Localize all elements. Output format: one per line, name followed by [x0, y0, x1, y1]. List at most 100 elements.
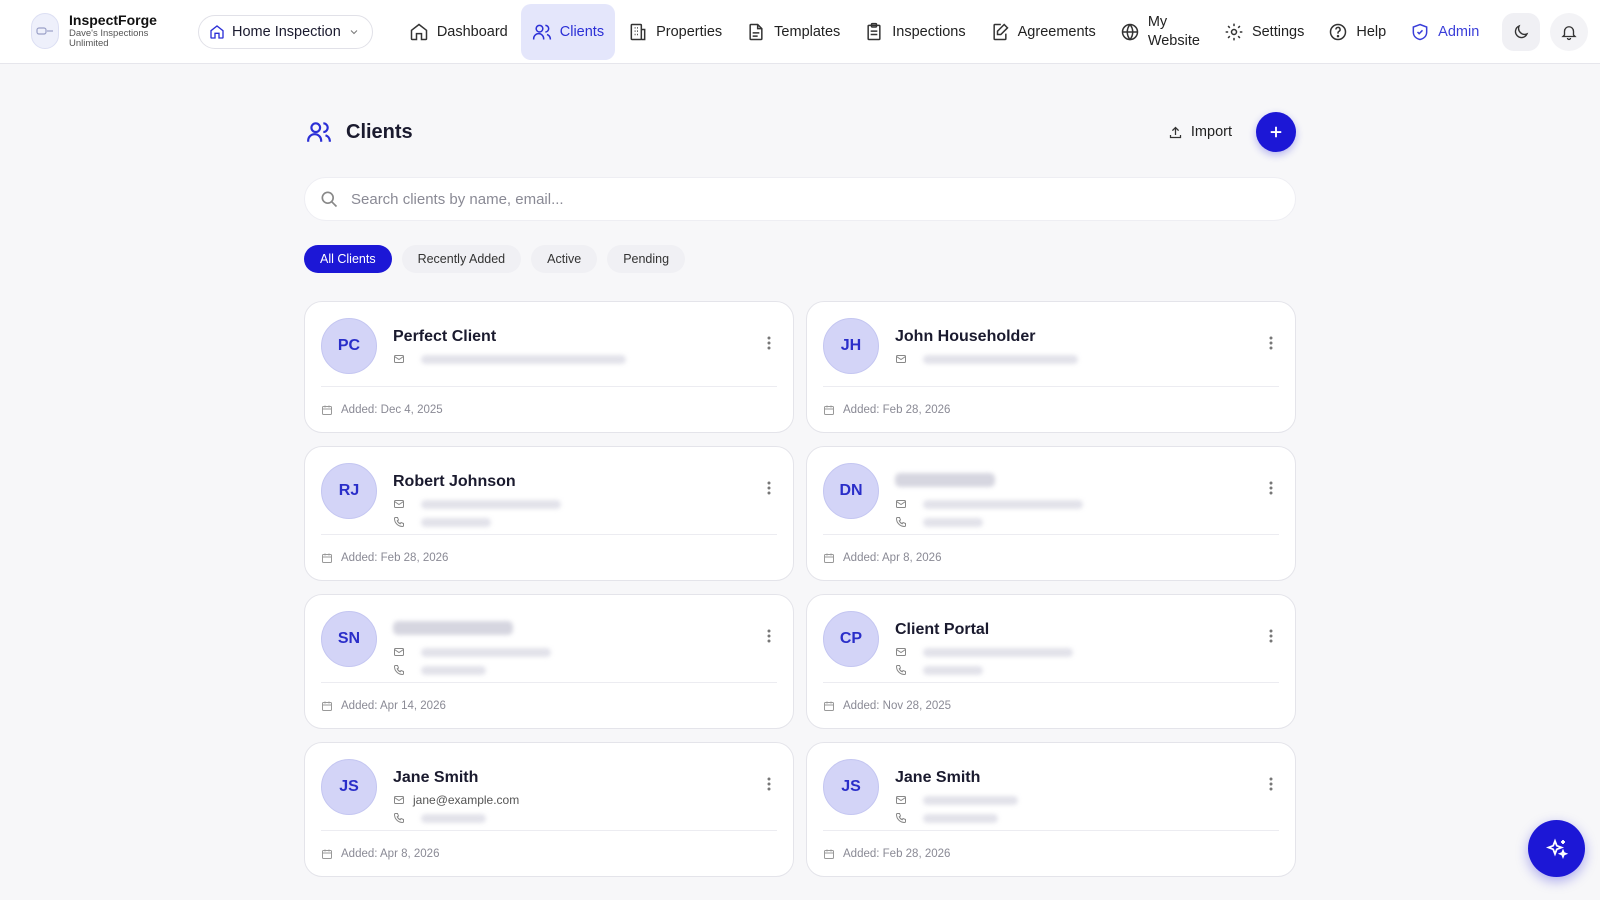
more-vertical-icon	[767, 629, 771, 643]
shield-check-icon	[1412, 23, 1428, 40]
client-card[interactable]: DN Added: Apr 8, 2026	[806, 446, 1296, 581]
more-vertical-icon	[767, 336, 771, 350]
nav-admin[interactable]: Admin	[1399, 4, 1490, 60]
top-navigation-bar: InspectForge Dave's Inspections Unlimite…	[0, 0, 1600, 64]
users-icon	[532, 24, 551, 39]
nav-properties-label: Properties	[656, 23, 723, 40]
home-icon	[410, 23, 428, 40]
more-options-button[interactable]	[767, 629, 771, 648]
brand-name: InspectForge	[69, 12, 157, 29]
search-input[interactable]	[351, 190, 1251, 208]
more-options-button[interactable]	[767, 777, 771, 796]
avatar: JS	[321, 759, 377, 815]
mail-icon	[394, 355, 404, 363]
more-vertical-icon	[1269, 336, 1273, 350]
avatar: PC	[321, 318, 377, 374]
client-name: John Householder	[895, 328, 1036, 345]
workspace-selector[interactable]: Home Inspection	[198, 14, 373, 49]
help-circle-icon	[1330, 23, 1347, 40]
upload-icon	[1169, 126, 1182, 138]
redacted-email	[923, 354, 1078, 364]
nav-inspections-label: Inspections	[892, 23, 966, 40]
mail-icon	[394, 796, 404, 804]
nav-properties[interactable]: Properties	[617, 4, 733, 60]
nav-help-label: Help	[1356, 23, 1387, 40]
client-name: Jane Smith	[895, 769, 981, 786]
redacted-phone	[923, 517, 983, 527]
page-title: Clients	[346, 120, 413, 143]
avatar: CP	[823, 611, 879, 667]
nav-admin-label: Admin	[1438, 23, 1480, 40]
client-added-date: Added: Nov 28, 2025	[843, 699, 952, 712]
nav-dashboard-label: Dashboard	[436, 23, 508, 40]
redacted-email	[421, 354, 626, 364]
avatar: SN	[321, 611, 377, 667]
brand[interactable]: InspectForge Dave's Inspections Unlimite…	[31, 12, 191, 50]
client-card[interactable]: SN Added: Apr 14, 2026	[304, 594, 794, 729]
filter-active[interactable]: Active	[531, 245, 598, 273]
filter-recently-added[interactable]: Recently Added	[401, 245, 522, 273]
nav-settings-label: Settings	[1251, 23, 1305, 40]
client-name: Perfect Client	[393, 328, 497, 345]
avatar: RJ	[321, 463, 377, 519]
nav-dashboard[interactable]: Dashboard	[398, 4, 519, 60]
nav-settings[interactable]: Settings	[1213, 4, 1315, 60]
nav-my-website[interactable]: My Website	[1109, 4, 1211, 60]
search-bar	[304, 177, 1296, 221]
more-options-button[interactable]	[1269, 336, 1273, 355]
filter-pending[interactable]: Pending	[607, 245, 686, 273]
theme-toggle-button[interactable]	[1502, 12, 1541, 51]
nav-clients[interactable]: Clients	[520, 3, 616, 60]
client-card[interactable]: CP Client Portal Added: Nov 28, 2025	[806, 594, 1296, 729]
nav-inspections[interactable]: Inspections	[853, 4, 976, 60]
notifications-button[interactable]	[1550, 12, 1589, 51]
ai-assistant-button[interactable]	[1528, 820, 1585, 877]
clipboard-icon	[867, 22, 881, 40]
client-email: jane@example.com	[413, 793, 520, 807]
phone-icon	[895, 517, 906, 528]
avatar: JS	[823, 759, 879, 815]
more-options-button[interactable]	[1269, 777, 1273, 796]
redacted-phone	[421, 665, 486, 675]
add-client-button[interactable]	[1256, 112, 1296, 152]
nav-agreements-label: Agreements	[1017, 23, 1096, 40]
mail-icon	[896, 648, 906, 656]
chevron-down-icon	[350, 29, 358, 34]
mail-icon	[394, 648, 404, 656]
nav-help[interactable]: Help	[1317, 4, 1397, 60]
client-card[interactable]: PC Perfect Client Added: Dec 4, 2025	[304, 301, 794, 433]
nav-my-website-label-line1: My	[1147, 13, 1168, 30]
nav-templates-label: Templates	[774, 23, 841, 40]
more-options-button[interactable]	[767, 481, 771, 500]
workspace-label: Home Inspection	[232, 23, 341, 40]
sparkles-icon	[1545, 837, 1568, 859]
client-added-date: Added: Apr 8, 2026	[341, 847, 440, 860]
client-card[interactable]: JS Jane Smith jane@example.com Added: Ap…	[304, 742, 794, 877]
redacted-phone	[923, 813, 998, 823]
more-options-button[interactable]	[1269, 629, 1273, 648]
more-options-button[interactable]	[1269, 481, 1273, 500]
redacted-email	[923, 499, 1083, 509]
phone-icon	[895, 665, 906, 676]
search-icon	[321, 191, 338, 208]
bell-icon	[1561, 25, 1577, 40]
filter-all-clients[interactable]: All Clients	[304, 245, 392, 273]
page-header: Clients Import	[304, 112, 1296, 152]
client-added-date: Added: Apr 14, 2026	[341, 699, 446, 712]
moon-icon	[1515, 24, 1529, 38]
nav-agreements[interactable]: Agreements	[979, 4, 1107, 60]
client-card[interactable]: JS Jane Smith Added: Feb 28, 2026	[806, 742, 1296, 877]
import-button-label: Import	[1190, 124, 1232, 140]
import-button[interactable]: Import	[1156, 116, 1244, 148]
nav-templates[interactable]: Templates	[735, 4, 851, 60]
more-vertical-icon	[767, 481, 771, 495]
mail-icon	[896, 500, 906, 508]
calendar-icon	[824, 701, 834, 711]
more-options-button[interactable]	[767, 336, 771, 355]
file-signature-icon	[993, 22, 1009, 40]
client-card[interactable]: RJ Robert Johnson Added: Feb 28, 2026	[304, 446, 794, 581]
client-card[interactable]: JH John Householder Added: Feb 28, 2026	[806, 301, 1296, 433]
brand-logo-icon	[31, 13, 59, 50]
phone-icon	[393, 665, 404, 676]
calendar-icon	[322, 553, 332, 563]
